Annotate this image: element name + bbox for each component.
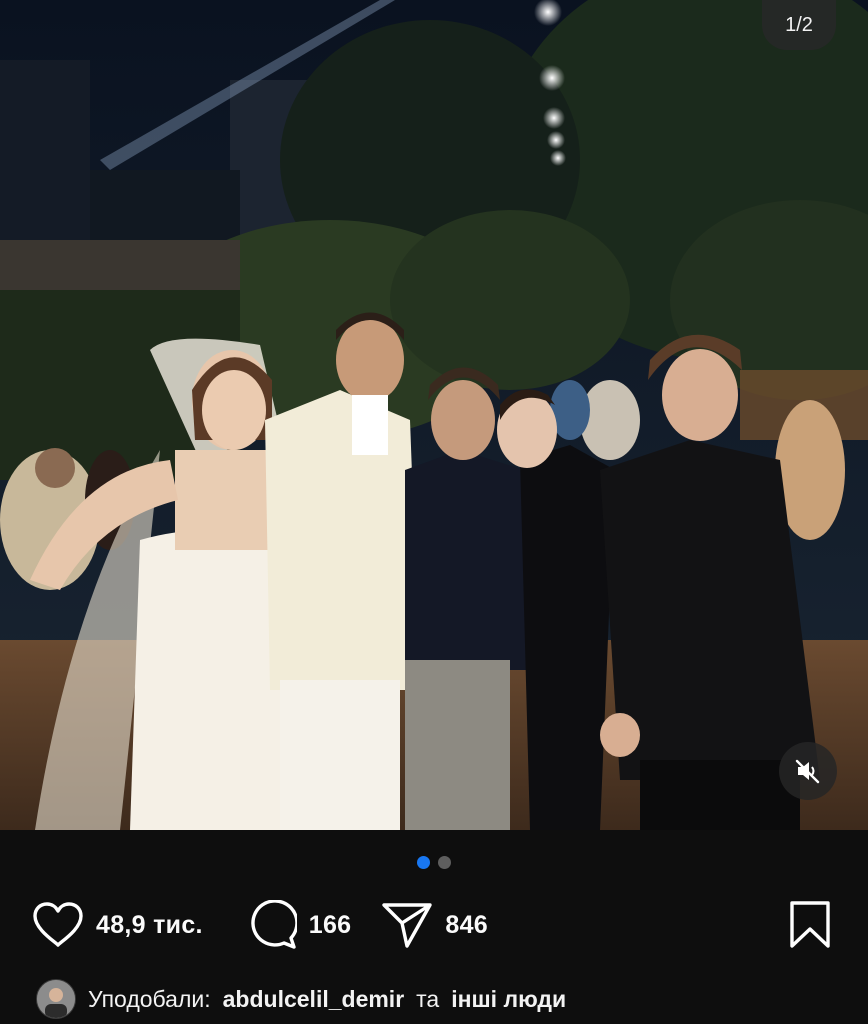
post-photo[interactable]: 1/2: [0, 0, 868, 830]
carousel-indicator: [0, 856, 868, 869]
comment-button[interactable]: 166: [247, 900, 352, 950]
mute-button[interactable]: [779, 742, 837, 800]
carousel-dot-active: [417, 856, 430, 869]
page-counter-text: 1/2: [785, 13, 813, 36]
save-button[interactable]: [788, 900, 832, 950]
bookmark-icon: [790, 901, 830, 948]
liked-by-connector: та: [416, 985, 440, 1012]
heart-icon: [33, 902, 83, 947]
share-count: 846: [445, 910, 489, 939]
carousel-dot[interactable]: [438, 856, 451, 869]
comment-icon: [251, 900, 297, 949]
wedding-photo-illustration: [0, 0, 868, 830]
like-button[interactable]: 48,9 тис.: [32, 901, 203, 949]
post-actions: 48,9 тис. 166 846: [32, 898, 488, 952]
liked-by-username[interactable]: abdulcelil_demir: [223, 986, 405, 1013]
avatar-image: [37, 980, 75, 1018]
share-icon: [382, 903, 433, 948]
like-count: 48,9 тис.: [96, 910, 203, 939]
share-button[interactable]: 846: [381, 901, 488, 949]
page-counter: 1/2: [762, 0, 836, 50]
avatar[interactable]: [36, 979, 76, 1019]
comment-count: 166: [308, 910, 352, 939]
liked-by-row: Уподобали: abdulcelil_demir та інші люди: [36, 978, 566, 1020]
liked-by-prefix: Уподобали:: [88, 985, 211, 1012]
liked-by-others[interactable]: інші люди: [451, 986, 566, 1013]
muted-speaker-icon: [795, 759, 820, 784]
